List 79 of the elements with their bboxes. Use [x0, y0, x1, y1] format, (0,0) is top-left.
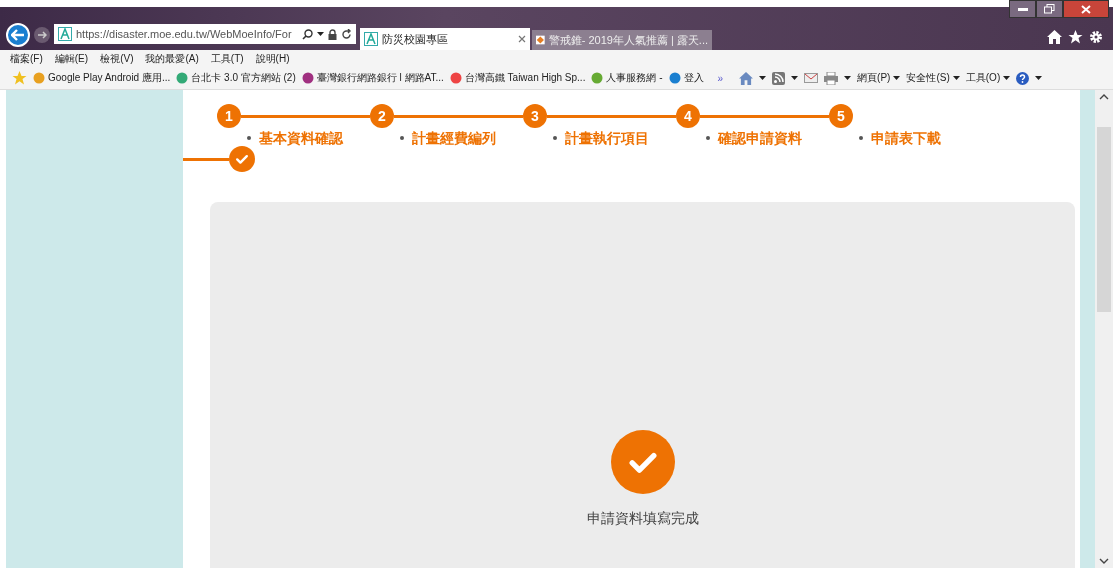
minimize-button[interactable]	[1009, 0, 1036, 18]
favorite-link[interactable]: Google Play Android 應用...	[33, 71, 171, 85]
menu-item[interactable]: 我的最愛(A)	[145, 51, 199, 66]
home-icon[interactable]	[1047, 30, 1062, 44]
back-button[interactable]	[6, 23, 30, 47]
menu-item[interactable]: 工具(T)	[210, 51, 244, 66]
scroll-down-icon[interactable]	[1099, 558, 1109, 564]
bullet-icon	[400, 135, 404, 140]
menu-item[interactable]: 檔案(F)	[10, 51, 43, 66]
caret-icon[interactable]	[893, 75, 901, 81]
site-icon	[591, 72, 604, 84]
site-icon	[668, 72, 681, 84]
completion-message: 申請資料填寫完成	[586, 510, 699, 528]
caret-icon[interactable]	[952, 75, 960, 81]
printer-icon[interactable]	[824, 71, 839, 85]
step-label: 計畫經費編列	[412, 130, 496, 146]
bullet-icon	[247, 135, 251, 140]
command-menu[interactable]: 安全性(S)	[906, 71, 960, 85]
star-icon[interactable]	[1068, 30, 1083, 44]
caret-icon[interactable]	[791, 75, 799, 81]
step-number: 5	[829, 104, 853, 128]
bullet-icon	[706, 135, 710, 140]
caret-icon[interactable]	[1035, 75, 1043, 81]
restore-button[interactable]	[1036, 0, 1063, 18]
arrow-right-icon	[37, 31, 47, 39]
favorite-link[interactable]: 台灣高鐵 Taiwan High Sp...	[449, 71, 586, 85]
refresh-icon[interactable]	[341, 28, 352, 40]
tab-title: 警戒錐- 2019年人氣推薦 | 露天...	[548, 32, 708, 48]
browser-tab[interactable]: 防災校園專區	[360, 28, 530, 50]
step-number: 1	[217, 104, 241, 128]
caret-icon[interactable]	[317, 31, 324, 37]
command-menu[interactable]: 網頁(P)	[857, 71, 901, 85]
search-icon[interactable]	[302, 28, 313, 40]
arrow-left-icon	[11, 29, 25, 41]
site-logo-icon	[364, 32, 378, 46]
bullet-icon	[859, 135, 863, 140]
favorite-link[interactable]: 臺灣銀行網路銀行 l 網路AT...	[301, 71, 444, 85]
menu-item[interactable]: 說明(H)	[255, 51, 290, 66]
caret-icon[interactable]	[759, 75, 767, 81]
menu-item[interactable]: 檢視(V)	[100, 51, 134, 66]
caret-icon[interactable]	[1003, 75, 1011, 81]
caret-icon[interactable]	[844, 75, 852, 81]
step-number: 3	[523, 104, 547, 128]
site-icon	[449, 72, 462, 84]
site-icon	[536, 34, 545, 46]
scroll-up-icon[interactable]	[1099, 94, 1109, 100]
step-label: 計畫執行項目	[565, 130, 649, 146]
close-button[interactable]	[1063, 0, 1109, 18]
feed-icon[interactable]	[772, 71, 786, 85]
step-number: 2	[370, 104, 394, 128]
forward-button[interactable]	[34, 27, 50, 43]
url-text: https://disaster.moe.edu.tw/WebMoeInfo/For	[76, 28, 293, 40]
scroll-thumb[interactable]	[1097, 126, 1111, 312]
favorite-link[interactable]: 登入	[668, 71, 704, 85]
step-label: 申請表下載	[871, 130, 941, 146]
site-icon	[301, 72, 314, 84]
favorite-link[interactable]: 人事服務網 -	[591, 71, 663, 85]
step-label: 基本資料確認	[259, 130, 343, 146]
tab-title: 防災校園專區	[382, 31, 449, 47]
restore-icon	[1044, 4, 1055, 14]
settings-icon[interactable]	[1089, 30, 1103, 44]
site-icon	[33, 72, 45, 84]
minimize-icon	[1017, 7, 1028, 11]
mail-icon[interactable]	[804, 73, 819, 83]
bullet-icon	[553, 135, 557, 140]
lock-icon	[328, 28, 337, 40]
address-bar[interactable]: https://disaster.moe.edu.tw/WebMoeInfo/For	[54, 24, 356, 44]
close-icon	[1081, 4, 1091, 14]
site-icon	[176, 72, 189, 84]
command-menu[interactable]: 工具(O)	[965, 71, 1011, 85]
menu-item[interactable]: 編輯(E)	[54, 51, 89, 66]
overflow-chevron[interactable]: »	[717, 72, 724, 84]
help-icon[interactable]	[1016, 71, 1030, 85]
step-label: 確認申請資料	[718, 130, 802, 146]
close-icon[interactable]	[518, 35, 526, 43]
site-logo-icon	[58, 27, 72, 41]
favorites-star-icon[interactable]	[12, 71, 27, 85]
step-number: 4	[676, 104, 700, 128]
favorite-link[interactable]: 台北卡 3.0 官方網站 (2)	[176, 71, 296, 85]
